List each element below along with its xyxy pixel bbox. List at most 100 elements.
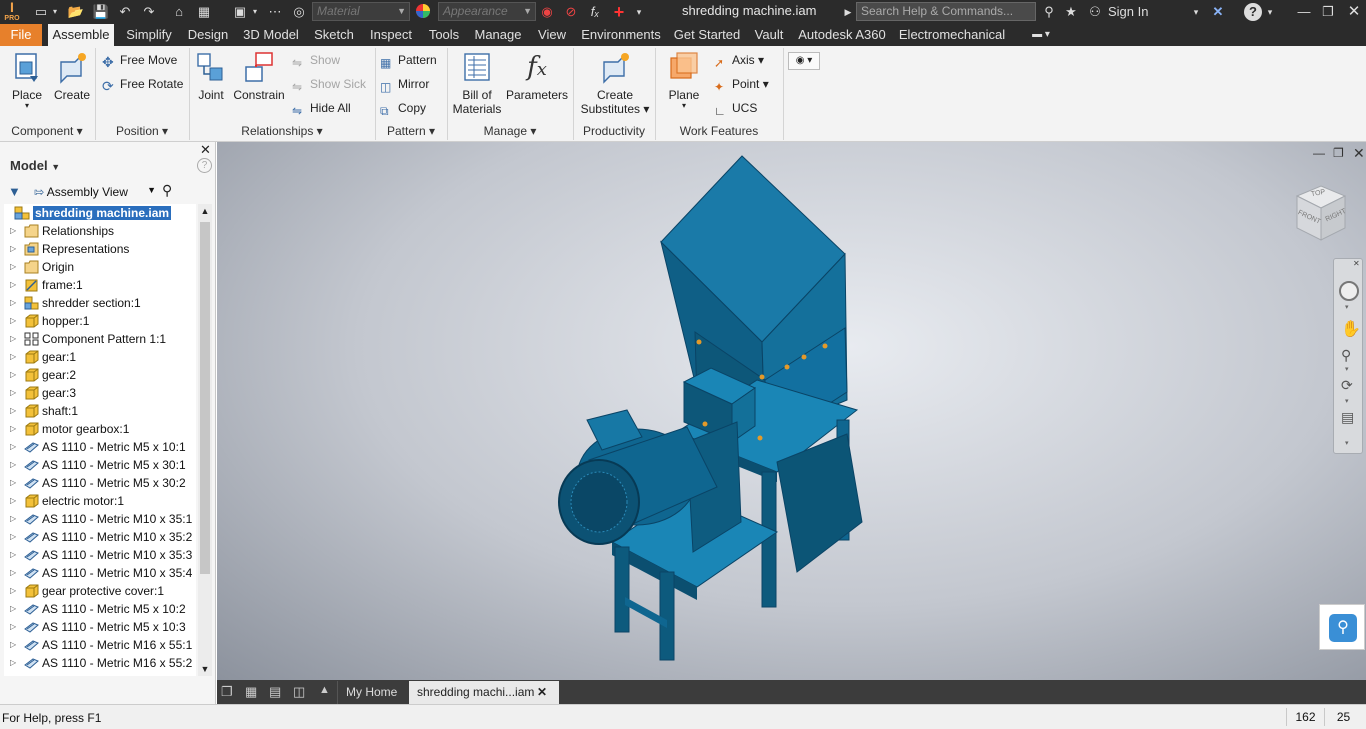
tree-node[interactable]: ▷ AS 1110 - Metric M16 x 55:2 — [4, 654, 196, 672]
create-substitutes-button[interactable]: Create Substitutes ▾ — [580, 50, 650, 116]
browser-title[interactable]: Model ▼ — [10, 158, 60, 173]
tree-node[interactable]: ▷ shaft:1 — [4, 402, 196, 420]
plane-button[interactable]: Plane ▾ — [664, 50, 704, 110]
copy-button[interactable]: ⧉ Copy — [380, 98, 426, 118]
tree-node[interactable]: ▷ Relationships — [4, 222, 196, 240]
sign-in-link[interactable]: Sign In — [1108, 4, 1148, 19]
favorites-star-icon[interactable]: ★ — [1062, 3, 1080, 21]
expand-arrow-icon[interactable]: ▷ — [10, 474, 16, 492]
tree-node[interactable]: ▷ AS 1110 - Metric M5 x 30:2 — [4, 474, 196, 492]
free-move-button[interactable]: ✥ Free Move — [102, 50, 177, 70]
close-icon[interactable]: ✕ — [1344, 3, 1364, 21]
filter-icon[interactable]: ▼ — [8, 184, 21, 199]
scroll-up-icon[interactable]: ▲ — [198, 206, 212, 216]
tree-node[interactable]: ▷ AS 1110 - Metric M5 x 30:1 — [4, 456, 196, 474]
tab-view[interactable]: View — [532, 24, 572, 46]
tile-vertical-icon[interactable]: ◫ — [293, 684, 305, 700]
help-icon[interactable]: ? — [1244, 3, 1262, 21]
expand-arrow-icon[interactable]: ▷ — [10, 492, 16, 510]
cascade-windows-icon[interactable]: ❐ — [221, 684, 233, 700]
tab-vault[interactable]: Vault — [750, 24, 788, 46]
steering-wheel-icon[interactable] — [1339, 281, 1359, 301]
panel-pattern-label[interactable]: Pattern ▾ — [376, 122, 446, 140]
parameters-button[interactable]: fx Parameters — [506, 50, 568, 102]
expand-arrow-icon[interactable]: ▷ — [10, 222, 16, 240]
browser-help-icon[interactable]: ? — [197, 158, 212, 173]
sign-in-dropdown-icon[interactable]: ▾ — [1190, 3, 1202, 21]
expand-arrow-icon[interactable]: ▷ — [10, 564, 16, 582]
customize-quick-access-icon[interactable]: ▾ — [632, 3, 646, 21]
navbar-close-icon[interactable]: ✕ — [1353, 259, 1360, 268]
panel-productivity-label[interactable]: Productivity — [574, 122, 654, 140]
tab-sketch[interactable]: Sketch — [310, 24, 358, 46]
search-input[interactable]: Search Help & Commands... — [856, 2, 1036, 21]
create-component-button[interactable]: Create — [52, 50, 92, 102]
zoom-icon[interactable]: ⚲ — [1341, 347, 1351, 364]
tree-node[interactable]: ▷ Representations — [4, 240, 196, 258]
tab-simplify[interactable]: Simplify — [120, 24, 178, 46]
ucs-button[interactable]: ∟ UCS — [714, 98, 757, 118]
show-button[interactable]: ⇋ Show — [292, 50, 340, 70]
expand-arrow-icon[interactable]: ▷ — [10, 294, 16, 312]
tree-node[interactable]: ▷ AS 1110 - Metric M10 x 35:4 — [4, 564, 196, 582]
expand-arrow-icon[interactable]: ▷ — [10, 330, 16, 348]
bill-of-materials-button[interactable]: Bill of Materials — [450, 50, 504, 116]
close-tab-icon[interactable]: ✕ — [537, 681, 547, 704]
expand-arrow-icon[interactable]: ▷ — [10, 636, 16, 654]
expand-arrow-icon[interactable]: ▷ — [10, 582, 16, 600]
undo-icon[interactable]: ↶ — [116, 3, 134, 21]
expand-arrow-icon[interactable]: ▷ — [10, 240, 16, 258]
expand-arrow-icon[interactable]: ▷ — [10, 528, 16, 546]
inventor-logo-icon[interactable]: I PRO — [2, 0, 22, 23]
axis-button[interactable]: ➚ Axis ▾ — [714, 50, 764, 70]
expand-arrow-icon[interactable]: ▷ — [10, 276, 16, 294]
show-sick-button[interactable]: ⇋ Show Sick — [292, 74, 366, 94]
adjust-appearance-icon[interactable]: ◉ — [538, 3, 556, 21]
tree-node[interactable]: ▷ AS 1110 - Metric M10 x 35:1 — [4, 510, 196, 528]
browser-search-icon[interactable]: ⚲ — [162, 182, 172, 199]
scrollbar-thumb[interactable] — [200, 222, 210, 574]
tab-assemble[interactable]: Assemble — [48, 24, 114, 46]
select-priority-icon[interactable]: ▣ — [230, 3, 250, 21]
tab-tools[interactable]: Tools — [424, 24, 464, 46]
steering-dropdown-icon[interactable]: ▾ — [1345, 303, 1349, 311]
fx-icon[interactable]: fₓ — [586, 3, 604, 21]
hide-all-button[interactable]: ⇋ Hide All — [292, 98, 351, 118]
tab-manage[interactable]: Manage — [470, 24, 526, 46]
search-expand-icon[interactable]: ▶ — [842, 3, 854, 21]
material-combo[interactable]: Material ▼ — [312, 2, 410, 21]
zoom-dropdown-icon[interactable]: ▾ — [1345, 365, 1349, 373]
orbit-icon[interactable]: ⟳ — [1341, 377, 1353, 394]
assembly-view-dropdown[interactable]: ⇰ Assembly View ▼ — [34, 185, 158, 199]
pan-icon[interactable]: ✋ — [1341, 319, 1361, 339]
clear-appearance-icon[interactable]: ⊘ — [562, 3, 580, 21]
save-icon[interactable]: 💾 — [92, 3, 110, 21]
tree-node[interactable]: ▷ gear:1 — [4, 348, 196, 366]
expand-arrow-icon[interactable]: ▷ — [10, 348, 16, 366]
open-file-icon[interactable]: 📂 — [66, 3, 86, 21]
expand-arrow-icon[interactable]: ▷ — [10, 600, 16, 618]
look-at-icon[interactable]: ▤ — [1341, 409, 1354, 426]
restore-icon[interactable]: ❐ — [1318, 3, 1338, 21]
panel-work-features-label[interactable]: Work Features — [656, 122, 782, 140]
browser-close-icon[interactable]: ✕ — [200, 142, 211, 158]
user-icon[interactable]: ⚇ — [1086, 3, 1104, 21]
orbit-dropdown-icon[interactable]: ▾ — [1345, 397, 1349, 405]
redo-icon[interactable]: ↷ — [140, 3, 158, 21]
ribbon-display-options-icon[interactable]: ▬ ▾ — [1026, 24, 1056, 46]
appearance-globe-icon[interactable]: ◎ — [290, 3, 308, 21]
tree-node[interactable]: ▷ AS 1110 - Metric M5 x 10:1 — [4, 438, 196, 456]
tab-file[interactable]: File — [0, 24, 42, 46]
ribbon-options-button[interactable]: ◉ ▾ — [788, 52, 820, 70]
tree-node[interactable]: ▷ AS 1110 - Metric M5 x 10:2 — [4, 600, 196, 618]
tab-autodesk-a360[interactable]: Autodesk A360 — [794, 24, 890, 46]
home-icon[interactable]: ⌂ — [170, 3, 188, 21]
expand-arrow-icon[interactable]: ▷ — [10, 654, 16, 672]
appearance-combo[interactable]: Appearance ▼ — [438, 2, 536, 21]
tree-node[interactable]: ▷ frame:1 — [4, 276, 196, 294]
tree-node[interactable]: ▷ motor gearbox:1 — [4, 420, 196, 438]
expand-arrow-icon[interactable]: ▷ — [10, 438, 16, 456]
tile-horizontal-icon[interactable]: ▤ — [269, 684, 281, 700]
panel-manage-label[interactable]: Manage ▾ — [448, 122, 572, 140]
expand-arrow-icon[interactable]: ▷ — [10, 420, 16, 438]
